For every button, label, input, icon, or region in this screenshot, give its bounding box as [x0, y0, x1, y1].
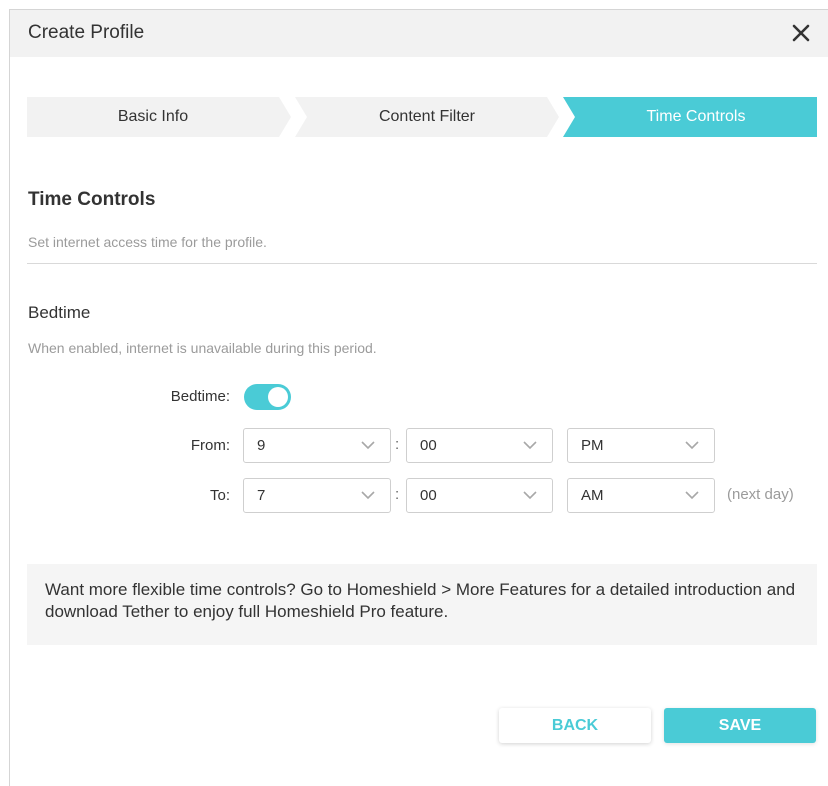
from-hour-value: 9	[257, 437, 266, 454]
dialog-header: Create Profile	[10, 10, 828, 57]
to-minute-select[interactable]: 00	[406, 478, 553, 513]
step-label: Content Filter	[378, 108, 476, 125]
info-box: Want more flexible time controls? Go to …	[27, 564, 817, 645]
from-hour-select[interactable]: 9	[243, 428, 391, 463]
from-period-value: PM	[581, 437, 604, 454]
close-icon	[792, 24, 810, 42]
divider	[27, 263, 817, 264]
chevron-down-icon	[523, 491, 537, 500]
back-button[interactable]: BACK	[499, 708, 651, 743]
section-title: Time Controls	[28, 189, 156, 210]
step-indicator: Basic Info Content Filter Time Controls	[27, 97, 817, 137]
to-period-value: AM	[581, 487, 604, 504]
chevron-down-icon	[523, 441, 537, 450]
bedtime-toggle-label: Bedtime:	[170, 388, 230, 405]
from-minute-select[interactable]: 00	[406, 428, 553, 463]
close-button[interactable]	[786, 18, 816, 48]
bedtime-title: Bedtime	[28, 303, 91, 322]
from-label: From:	[190, 437, 230, 454]
time-separator: :	[395, 436, 400, 453]
step-basic-info: Basic Info	[27, 97, 291, 137]
chevron-down-icon	[361, 491, 375, 500]
create-profile-dialog: Create Profile Basic Info Content Filter	[9, 9, 828, 786]
bedtime-toggle[interactable]	[244, 384, 291, 410]
from-period-select[interactable]: PM	[567, 428, 715, 463]
chevron-down-icon	[361, 441, 375, 450]
save-button[interactable]: SAVE	[664, 708, 816, 743]
from-minute-value: 00	[420, 437, 437, 454]
to-minute-value: 00	[420, 487, 437, 504]
to-hour-select[interactable]: 7	[243, 478, 391, 513]
to-period-select[interactable]: AM	[567, 478, 715, 513]
to-hour-value: 7	[257, 487, 266, 504]
step-content-filter: Content Filter	[295, 97, 559, 137]
chevron-down-icon	[685, 441, 699, 450]
to-label: To:	[209, 487, 230, 504]
time-separator: :	[395, 486, 400, 503]
section-description: Set internet access time for the profile…	[28, 234, 267, 250]
next-day-note: (next day)	[727, 486, 794, 503]
step-label: Basic Info	[117, 108, 189, 125]
step-time-controls: Time Controls	[563, 97, 817, 137]
info-text: Want more flexible time controls? Go to …	[45, 580, 796, 621]
chevron-down-icon	[685, 491, 699, 500]
toggle-knob	[268, 387, 288, 407]
step-label: Time Controls	[646, 108, 746, 125]
bedtime-description: When enabled, internet is unavailable du…	[28, 340, 377, 356]
dialog-title: Create Profile	[28, 22, 145, 43]
